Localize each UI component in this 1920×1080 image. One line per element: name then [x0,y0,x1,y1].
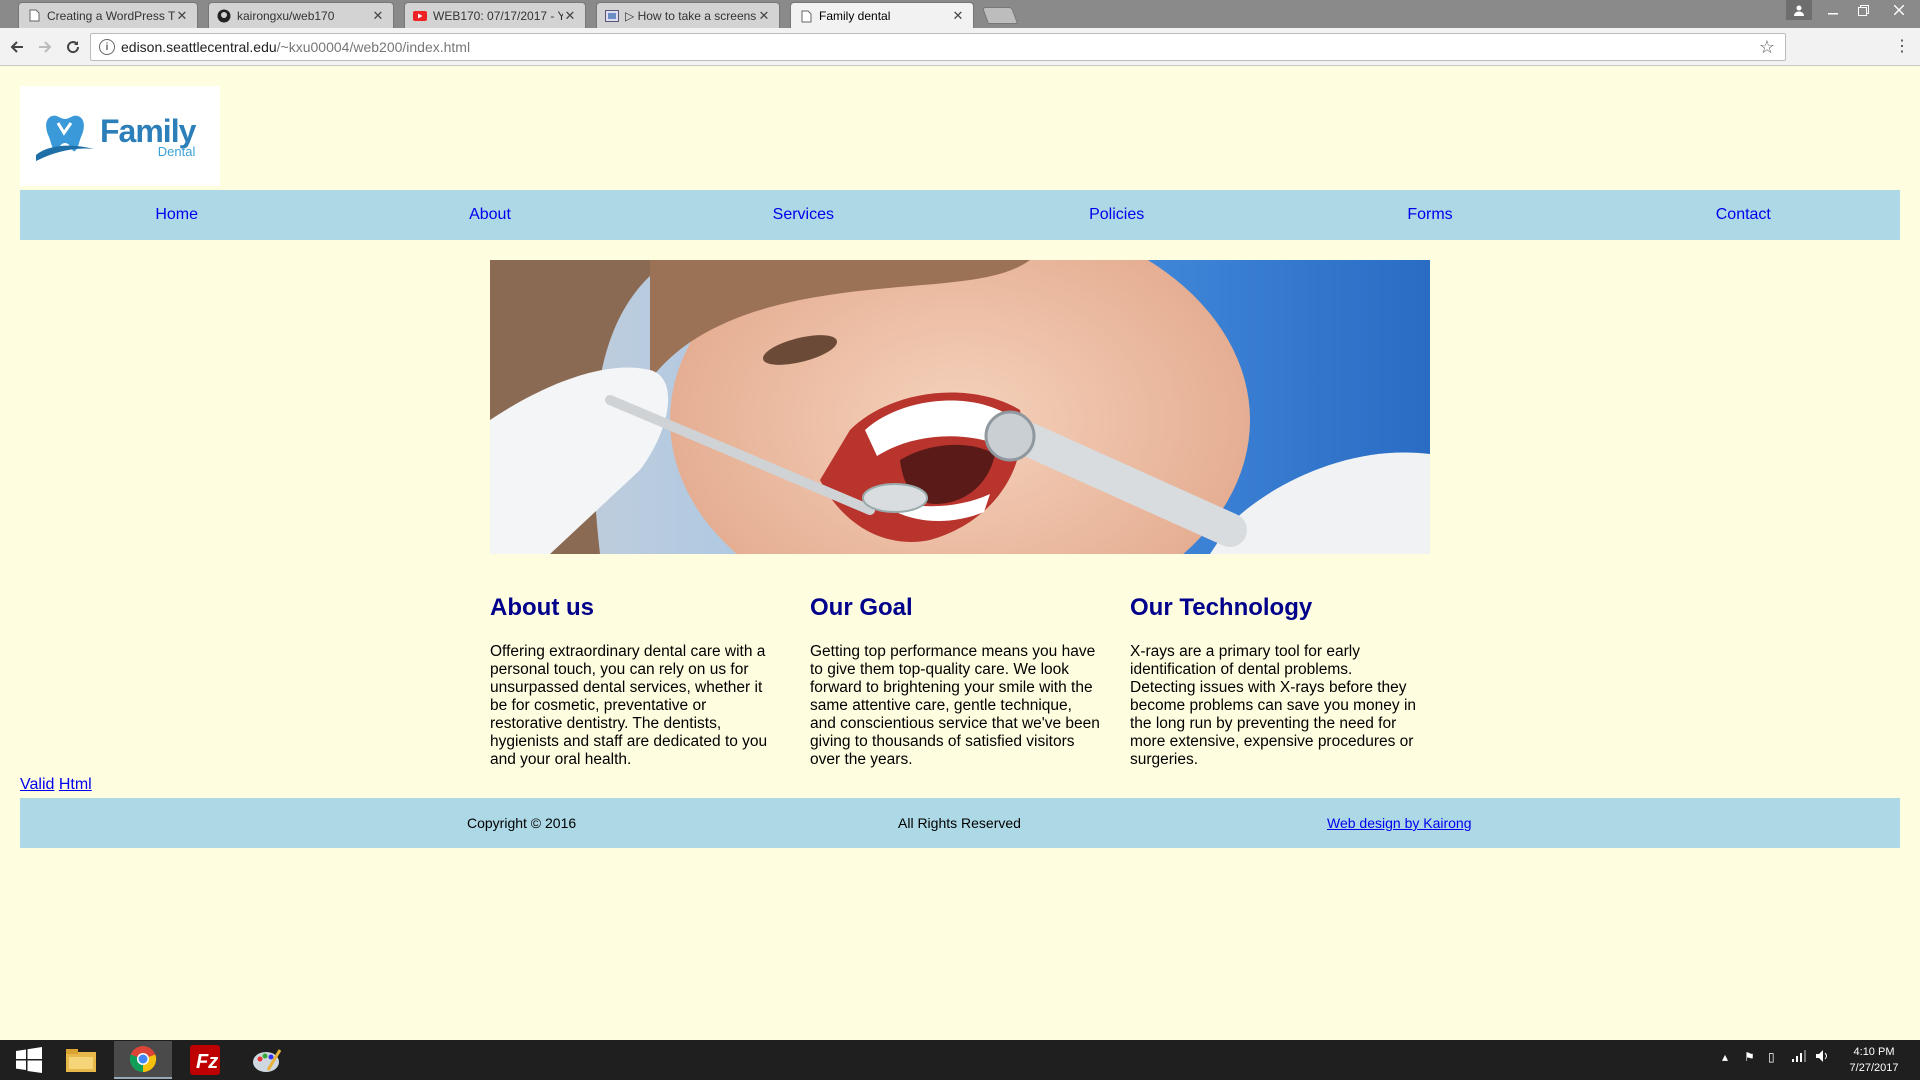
back-arrow-icon[interactable] [6,36,28,58]
browser-tab-strip: Creating a WordPress Th ✕ kairongxu/web1… [0,0,1920,29]
windows-taskbar: Fz ▴ ⚑ ▯ 4:10 PM 7/27/2017 [0,1040,1920,1080]
tab-title: WEB170: 07/17/2017 - Y [433,8,563,23]
tab-title: kairongxu/web170 [237,8,335,23]
our-goal-section: Our Goal Getting top performance means y… [810,594,1102,769]
windows-start-icon[interactable] [0,1041,58,1079]
chrome-icon[interactable] [114,1041,172,1079]
tab-github[interactable]: kairongxu/web170 ✕ [208,2,394,28]
tab-screenshot[interactable]: ▷ How to take a screens ✕ [596,2,780,28]
section-heading: Our Goal [810,594,913,621]
restore-window-button[interactable] [1848,0,1878,20]
nav-home[interactable]: Home [20,190,333,240]
clock-time: 4:10 PM [1853,1046,1895,1058]
our-technology-section: Our Technology X-rays are a primary tool… [1130,594,1422,769]
close-icon[interactable]: ✕ [951,8,965,24]
validation-links: Valid Html [20,776,92,794]
clock-date: 7/27/2017 [1849,1062,1899,1074]
close-icon[interactable]: ✕ [371,8,385,24]
action-center-flag-icon[interactable]: ⚑ [1744,1050,1755,1064]
close-window-button[interactable] [1878,0,1920,20]
copyright-text: Copyright © 2016 [467,815,577,831]
tab-title: ▷ How to take a screens [625,8,757,23]
close-icon[interactable]: ✕ [757,8,771,24]
logo-name: Family [100,112,196,149]
section-text: Getting top performance means you have t… [810,643,1100,768]
nav-forms[interactable]: Forms [1273,190,1586,240]
tooth-logo-icon [36,115,94,161]
site-footer: Copyright © 2016 All Rights Reserved Web… [20,798,1900,848]
github-icon [217,9,231,23]
device-icon[interactable]: ▯ [1768,1050,1775,1064]
browser-menu-icon[interactable]: ⋮ [1894,36,1910,56]
forward-arrow-icon[interactable] [34,36,56,58]
close-icon[interactable]: ✕ [175,8,189,24]
main-navigation: Home About Services Policies Forms Conta… [20,190,1900,240]
nav-contact[interactable]: Contact [1587,190,1900,240]
about-us-section: About us Offering extraordinary dental c… [490,594,782,769]
html-link[interactable]: Html [59,776,92,793]
show-hidden-icons-chevron-icon[interactable]: ▴ [1722,1050,1728,1064]
nav-about[interactable]: About [333,190,646,240]
minimize-window-button[interactable] [1818,0,1848,20]
close-icon[interactable]: ✕ [563,8,577,24]
site-logo[interactable]: Family Dental [20,86,220,186]
section-heading: Our Technology [1130,594,1313,621]
section-heading: About us [490,594,594,621]
section-text: X-rays are a primary tool for early iden… [1130,643,1417,768]
document-icon [27,9,41,23]
info-icon[interactable]: i [99,39,115,55]
tab-wordpress[interactable]: Creating a WordPress Th ✕ [18,2,198,28]
youtube-icon [413,9,427,23]
tab-title: Family dental [819,9,891,23]
section-text: Offering extraordinary dental care with … [490,643,768,768]
web-design-credit-link[interactable]: Web design by Kairong [1327,815,1472,831]
paint-icon[interactable] [238,1041,296,1079]
user-profile-icon[interactable] [1786,0,1812,20]
network-signal-icon[interactable] [1792,1050,1806,1065]
image-icon [605,9,619,23]
nav-policies[interactable]: Policies [960,190,1273,240]
rights-text: All Rights Reserved [898,815,1021,831]
svg-text:Fz: Fz [196,1051,218,1073]
taskbar-clock[interactable]: 4:10 PM 7/27/2017 [1832,1044,1916,1076]
web-page: Family Dental Home About Services Polici… [0,66,1920,1040]
browser-toolbar: i edison.seattlecentral.edu/~kxu00004/we… [0,28,1920,66]
document-icon [799,9,813,23]
reload-icon[interactable] [62,36,84,58]
hero-image [490,260,1430,554]
tab-title: Creating a WordPress Th [47,8,175,23]
new-tab-button[interactable] [981,7,1019,24]
bookmark-star-icon[interactable]: ☆ [1759,37,1775,58]
tab-youtube[interactable]: WEB170: 07/17/2017 - Y ✕ [404,2,586,28]
address-bar[interactable]: i edison.seattlecentral.edu/~kxu00004/we… [90,33,1786,61]
filezilla-icon[interactable]: Fz [176,1041,234,1079]
tab-family-dental[interactable]: Family dental ✕ [790,2,974,29]
url-path: /~kxu00004/web200/index.html [276,39,471,55]
volume-icon[interactable] [1816,1050,1830,1065]
valid-link[interactable]: Valid [20,776,54,793]
url-host: edison.seattlecentral.edu [121,39,277,55]
file-explorer-icon[interactable] [52,1041,110,1079]
nav-services[interactable]: Services [647,190,960,240]
